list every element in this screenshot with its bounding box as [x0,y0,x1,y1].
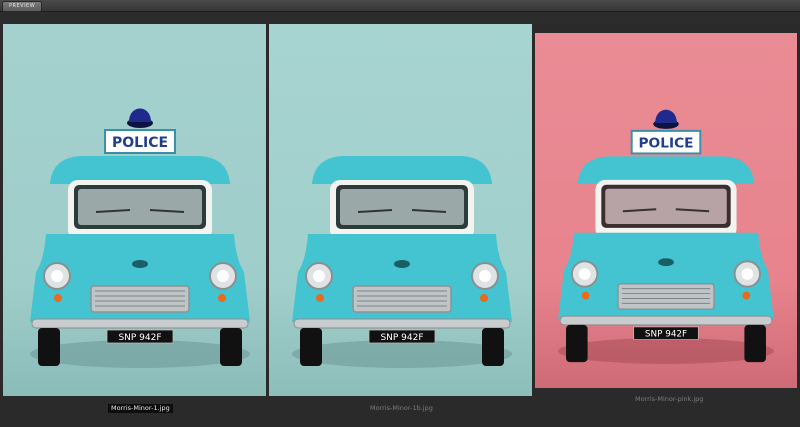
preview-image-3[interactable]: POLICE SNP 942F [535,33,797,388]
caption-image-1[interactable]: Morris-Minor-1.jpg [108,404,173,413]
caption-image-2[interactable]: Morris-Minor-1b.jpg [370,404,433,413]
car-photo-3: POLICE SNP 942F [535,33,797,388]
car-photo-1: POLICE SNP 942F [3,24,266,396]
police-sign-text: POLICE [112,135,168,151]
license-plate-text: SNP 942F [118,333,161,343]
car-photo-2: SNP 942F [269,24,532,396]
top-toolbar: PREVIEW [0,0,800,12]
preview-image-1[interactable]: POLICE SNP 942F [3,24,266,396]
police-sign-text: POLICE [638,136,693,152]
preview-image-2[interactable]: SNP 942F [269,24,532,396]
tab-preview[interactable]: PREVIEW [2,1,43,12]
toolbar-strip [0,12,800,24]
caption-image-3[interactable]: Morris-Minor-pink.jpg [635,395,703,404]
license-plate-text: SNP 942F [380,333,423,343]
preview-window: PREVIEW POLICE SNP 942F SNP 942F POLICE … [0,0,800,427]
license-plate-text: SNP 942F [645,330,687,340]
